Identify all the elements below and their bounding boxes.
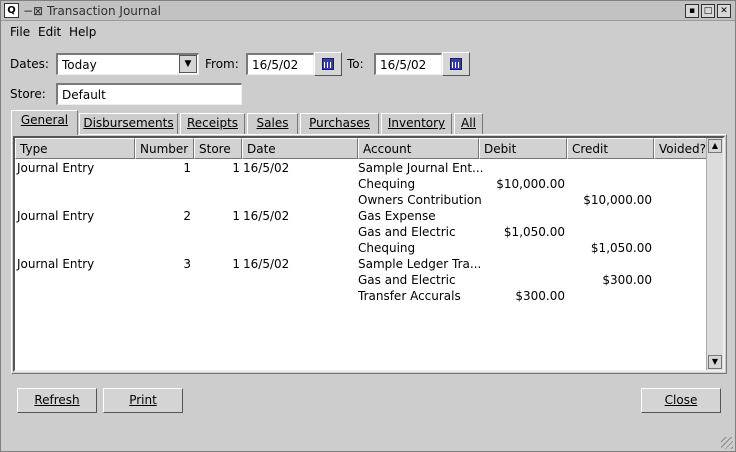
cell-credit: $300.00 [602,273,652,287]
menu-edit[interactable]: Edit [38,25,61,39]
calendar-icon [450,58,462,70]
maximize-icon[interactable]: □ [701,4,715,18]
tab-label: Receipts [186,116,239,130]
tab-disbursements[interactable]: Disbursements [79,113,178,134]
tab-purchases[interactable]: Purchases [300,113,379,134]
table-row[interactable]: Gas and Electric $1,050.00 [15,225,707,241]
dates-value: Today [62,58,97,72]
column-header-store[interactable]: Store [194,138,242,159]
cell-date: 16/5/02 [243,257,290,271]
cell-date: 16/5/02 [243,209,290,223]
tab-label: Inventory [387,116,446,130]
store-value: Default [62,88,106,102]
cell-account: Chequing [358,241,416,255]
column-header-debit[interactable]: Debit [479,138,567,159]
column-header-date[interactable]: Date [242,138,358,159]
cell-credit: $10,000.00 [583,193,652,207]
title-prefix: −⊠ [23,4,44,18]
app-icon: Q [4,3,19,18]
cell-type: Journal Entry [17,161,95,175]
cell-account: Gas Expense [358,209,436,223]
close-icon[interactable]: ✕ [717,4,731,18]
tab-sales[interactable]: Sales [247,113,298,134]
table-row[interactable]: Chequing $10,000.00 [15,177,707,193]
cell-number: 2 [183,209,191,223]
refresh-label: Refresh [34,393,80,407]
from-date-value: 16/5/02 [252,58,299,72]
close-button[interactable]: Close [641,388,721,413]
tab-label: All [461,116,476,130]
column-header-credit[interactable]: Credit [567,138,654,159]
column-header-type[interactable]: Type [15,138,135,159]
vertical-scrollbar[interactable]: ▲ ▼ [706,138,723,370]
cell-account: Transfer Accurals [358,289,461,303]
tab-label: Sales [256,116,289,130]
scroll-down-icon[interactable]: ▼ [708,355,722,369]
cell-date: 16/5/02 [243,161,290,175]
cell-debit: $1,050.00 [503,225,565,239]
print-label: Print [129,393,157,407]
cell-account: Sample Ledger Tra... [358,257,482,271]
cell-store: 1 [232,257,240,271]
to-label: To: [347,57,364,71]
column-header-account[interactable]: Account [358,138,479,159]
table-row[interactable]: Chequing $1,050.00 [15,241,707,257]
from-date-input[interactable]: 16/5/02 [246,53,314,75]
column-header-voided[interactable]: Voided? [654,138,707,159]
cell-type: Journal Entry [17,209,95,223]
cell-account: Sample Journal Ent... [358,161,484,175]
cell-number: 3 [183,257,191,271]
store-input[interactable]: Default [56,83,242,105]
dates-label: Dates: [10,57,49,71]
table-row[interactable]: Transfer Accurals $300.00 [15,289,707,305]
tab-receipts[interactable]: Receipts [180,113,245,134]
column-header-number[interactable]: Number [135,138,194,159]
tab-inventory[interactable]: Inventory [381,113,452,134]
chevron-down-icon[interactable]: ▼ [179,55,197,73]
cell-account: Gas and Electric [358,225,456,239]
tab-label: Purchases [309,116,370,130]
to-date-value: 16/5/02 [380,58,427,72]
tab-label: General [20,113,69,127]
journal-table[interactable]: Type Number Store Date Account Debit Cre… [13,136,725,372]
calendar-icon [322,58,334,70]
resize-grip-icon[interactable] [721,437,733,449]
tab-general[interactable]: General [11,110,78,135]
from-label: From: [205,57,239,71]
table-row[interactable]: Gas and Electric $300.00 [15,273,707,289]
transaction-journal-window: Q −⊠ Transaction Journal ▪ □ ✕ File Edit… [0,0,736,452]
cell-account: Owners Contribution [358,193,482,207]
title-text: Transaction Journal [46,4,161,18]
tab-all[interactable]: All [454,113,483,134]
cell-credit: $1,050.00 [590,241,652,255]
table-row[interactable]: Journal Entry 1 1 16/5/02 Sample Journal Ent… [15,161,707,177]
cell-account: Chequing [358,177,416,191]
cell-type: Journal Entry [17,257,95,271]
table-row[interactable]: Journal Entry 3 1 16/5/02 Sample Ledger Tra.… [15,257,707,273]
to-calendar-button[interactable] [442,52,470,76]
store-label: Store: [10,87,46,101]
from-calendar-button[interactable] [314,52,342,76]
title-bar[interactable]: Q −⊠ Transaction Journal ▪ □ ✕ [1,1,735,21]
minimize-icon[interactable]: ▪ [685,4,699,18]
cell-debit: $10,000.00 [496,177,565,191]
menu-file[interactable]: File [10,25,30,39]
menu-help[interactable]: Help [69,25,96,39]
print-button[interactable]: Print [103,388,183,413]
cell-store: 1 [232,161,240,175]
table-row[interactable]: Owners Contribution $10,000.00 [15,193,707,209]
cell-store: 1 [232,209,240,223]
cell-number: 1 [183,161,191,175]
cell-account: Gas and Electric [358,273,456,287]
cell-debit: $300.00 [515,289,565,303]
dates-combo[interactable]: Today [56,53,199,75]
tab-label: Disbursements [83,116,174,130]
table-row[interactable]: Journal Entry 2 1 16/5/02 Gas Expense [15,209,707,225]
to-date-input[interactable]: 16/5/02 [374,53,442,75]
refresh-button[interactable]: Refresh [17,388,97,413]
close-label: Close [664,393,698,407]
menu-bar: File Edit Help [1,22,735,42]
window-title: −⊠ Transaction Journal [23,4,161,18]
scroll-up-icon[interactable]: ▲ [708,139,722,153]
